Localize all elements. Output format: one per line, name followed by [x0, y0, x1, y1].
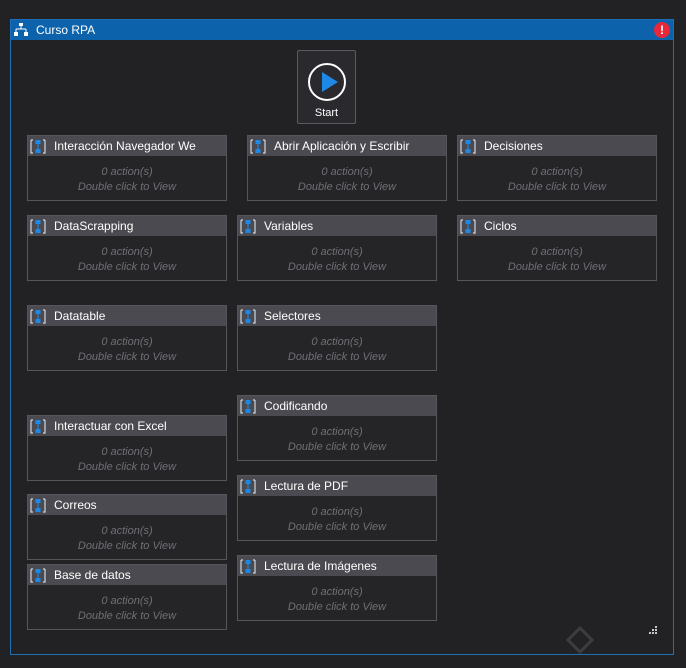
sequence-icon	[30, 309, 46, 324]
double-click-hint: Double click to View	[287, 351, 387, 363]
double-click-hint: Double click to View	[77, 461, 177, 473]
sequence-name: Codificando	[264, 399, 328, 413]
action-count: 0 action(s)	[311, 506, 363, 518]
sequence-decisiones[interactable]: Decisiones 0 action(s) Double click to V…	[457, 135, 657, 201]
sequence-name: Interactuar con Excel	[54, 419, 167, 433]
action-count: 0 action(s)	[311, 586, 363, 598]
sequence-icon	[30, 498, 46, 513]
play-icon	[308, 63, 346, 101]
double-click-hint: Double click to View	[77, 181, 177, 193]
sequence-ciclos[interactable]: Ciclos 0 action(s) Double click to View	[457, 215, 657, 281]
action-count: 0 action(s)	[101, 336, 153, 348]
sequence-selectores[interactable]: Selectores 0 action(s) Double click to V…	[237, 305, 437, 371]
action-count: 0 action(s)	[321, 166, 373, 178]
sequence-variables[interactable]: Variables 0 action(s) Double click to Vi…	[237, 215, 437, 281]
sequence-name: Correos	[54, 498, 97, 512]
action-count: 0 action(s)	[101, 595, 153, 607]
double-click-hint: Double click to View	[287, 261, 387, 273]
title-bar: Curso RPA !	[11, 20, 673, 40]
sequence-header: Decisiones	[458, 136, 656, 156]
sequence-name: Lectura de PDF	[264, 479, 349, 493]
action-count: 0 action(s)	[311, 336, 363, 348]
sequence-abrir-aplicacion[interactable]: Abrir Aplicación y Escribir 0 action(s) …	[247, 135, 447, 201]
sequence-correos[interactable]: Correos 0 action(s) Double click to View	[27, 494, 227, 560]
sequence-name: DataScrapping	[54, 219, 134, 233]
sequence-icon	[240, 219, 256, 234]
double-click-hint: Double click to View	[507, 261, 607, 273]
sequence-codificando[interactable]: Codificando 0 action(s) Double click to …	[237, 395, 437, 461]
sequence-icon	[240, 399, 256, 414]
sequence-icon	[250, 139, 266, 154]
double-click-hint: Double click to View	[77, 540, 177, 552]
double-click-hint: Double click to View	[287, 601, 387, 613]
flowchart-window: Curso RPA ! Start Interacción Navegador …	[10, 19, 674, 655]
sequence-header: Correos	[28, 495, 226, 515]
sequence-header: DataScrapping	[28, 216, 226, 236]
watermark-logo	[566, 626, 595, 654]
sequence-icon	[240, 559, 256, 574]
action-count: 0 action(s)	[531, 246, 583, 258]
action-count: 0 action(s)	[531, 166, 583, 178]
action-count: 0 action(s)	[311, 426, 363, 438]
action-count: 0 action(s)	[101, 525, 153, 537]
action-count: 0 action(s)	[101, 166, 153, 178]
double-click-hint: Double click to View	[297, 181, 397, 193]
double-click-hint: Double click to View	[287, 441, 387, 453]
sequence-name: Abrir Aplicación y Escribir	[274, 139, 410, 153]
sequence-header: Base de datos	[28, 565, 226, 585]
sequence-base-datos[interactable]: Base de datos 0 action(s) Double click t…	[27, 564, 227, 630]
sequence-icon	[30, 139, 46, 154]
sequence-header: Datatable	[28, 306, 226, 326]
sequence-name: Lectura de Imágenes	[264, 559, 377, 573]
sequence-icon	[30, 419, 46, 434]
sequence-name: Decisiones	[484, 139, 543, 153]
double-click-hint: Double click to View	[77, 261, 177, 273]
sequence-datascrapping[interactable]: DataScrapping 0 action(s) Double click t…	[27, 215, 227, 281]
sequence-interactuar-excel[interactable]: Interactuar con Excel 0 action(s) Double…	[27, 415, 227, 481]
action-count: 0 action(s)	[311, 246, 363, 258]
sequence-header: Interactuar con Excel	[28, 416, 226, 436]
sequence-lectura-pdf[interactable]: Lectura de PDF 0 action(s) Double click …	[237, 475, 437, 541]
sequence-header: Interacción Navegador Web	[28, 136, 226, 156]
start-label: Start	[314, 107, 339, 119]
sequence-name: Selectores	[264, 309, 321, 323]
sequence-name: Interacción Navegador Web	[54, 139, 196, 153]
sequence-header: Codificando	[238, 396, 436, 416]
sequence-name: Variables	[264, 219, 314, 233]
sequence-interaccion-navegador-web[interactable]: Interacción Navegador Web 0 action(s) Do…	[27, 135, 227, 201]
action-count: 0 action(s)	[101, 246, 153, 258]
sequence-lectura-imagenes[interactable]: Lectura de Imágenes 0 action(s) Double c…	[237, 555, 437, 621]
error-icon[interactable]: !	[654, 22, 670, 38]
sequence-header: Lectura de Imágenes	[238, 556, 436, 576]
double-click-hint: Double click to View	[77, 610, 177, 622]
sequence-datatable[interactable]: Datatable 0 action(s) Double click to Vi…	[27, 305, 227, 371]
window-title: Curso RPA	[36, 23, 96, 37]
sequence-icon	[30, 568, 46, 583]
sequence-icon	[460, 219, 476, 234]
sequence-name: Datatable	[54, 309, 106, 323]
double-click-hint: Double click to View	[507, 181, 607, 193]
sequence-icon	[240, 479, 256, 494]
double-click-hint: Double click to View	[287, 521, 387, 533]
sequence-name: Base de datos	[54, 568, 131, 582]
sequence-header: Variables	[238, 216, 436, 236]
action-count: 0 action(s)	[101, 446, 153, 458]
sequence-icon	[460, 139, 476, 154]
double-click-hint: Double click to View	[77, 351, 177, 363]
sequence-header: Abrir Aplicación y Escribir	[248, 136, 446, 156]
sequence-icon	[240, 309, 256, 324]
start-node[interactable]: Start	[297, 50, 356, 124]
flowchart-icon	[14, 23, 28, 36]
sequence-icon	[30, 219, 46, 234]
sequence-header: Lectura de PDF	[238, 476, 436, 496]
sequence-header: Ciclos	[458, 216, 656, 236]
sequence-header: Selectores	[238, 306, 436, 326]
sequence-name: Ciclos	[484, 219, 517, 233]
